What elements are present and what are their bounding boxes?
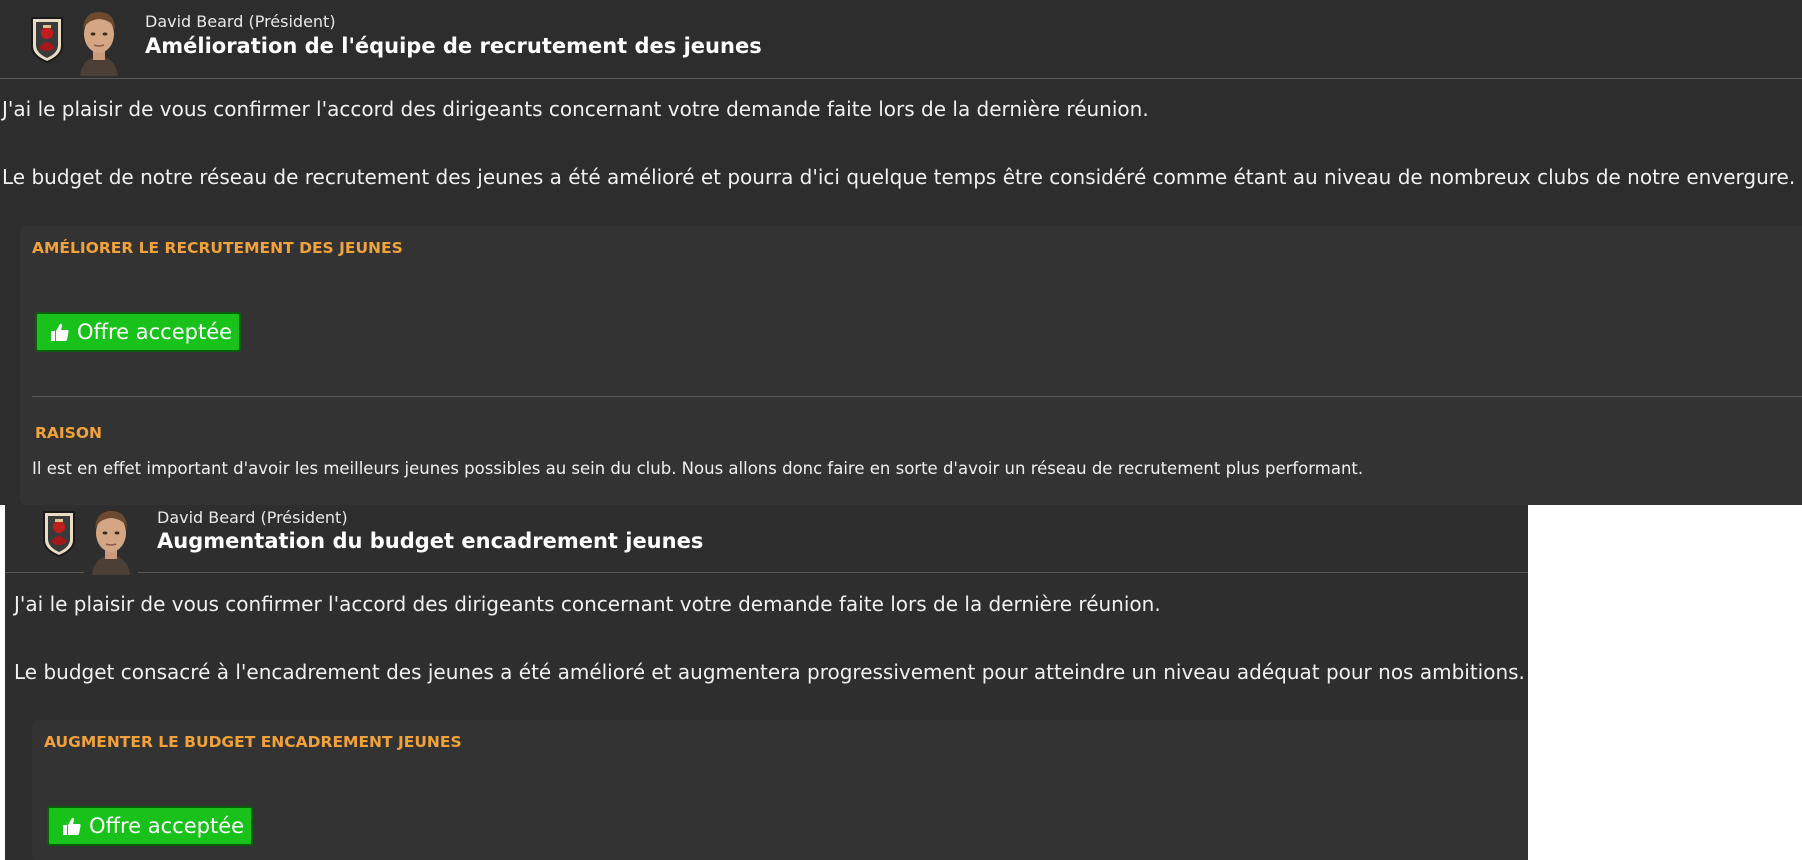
offer-accepted-button[interactable]: Offre acceptée [35,312,241,352]
reason-heading: RAISON [35,424,103,442]
thumbs-up-icon [51,323,69,341]
message-header: David Beard (Président) Amélioration de … [0,0,1802,79]
sender-role: (Président) [248,12,336,31]
club-crest-icon [43,511,75,558]
button-label: Offre acceptée [89,814,245,838]
message-paragraph: J'ai le plaisir de vous confirmer l'acco… [14,592,1161,616]
reason-text: Il est en effet important d'avoir les me… [32,459,1364,478]
button-label: Offre acceptée [77,320,233,344]
president-avatar [84,505,138,575]
message-title: Amélioration de l'équipe de recrutement … [145,34,762,58]
president-avatar [72,6,126,76]
sender-line: David Beard (Président) [145,12,336,31]
message-panel: David Beard (Président) Augmentation du … [5,505,1528,860]
sender-role: (Président) [260,508,348,527]
message-panel: David Beard (Président) Amélioration de … [0,0,1802,505]
offer-accepted-button[interactable]: Offre acceptée [47,806,253,846]
message-paragraph: Le budget consacré à l'encadrement des j… [14,660,1525,684]
card-heading: AMÉLIORER LE RECRUTEMENT DES JEUNES [32,239,403,257]
thumbs-up-icon [63,817,81,835]
message-paragraph: Le budget de notre réseau de recrutement… [2,165,1796,189]
request-card: AUGMENTER LE BUDGET ENCADREMENT JEUNES O… [32,720,1528,860]
message-paragraph: J'ai le plaisir de vous confirmer l'acco… [2,97,1149,121]
message-title: Augmentation du budget encadrement jeune… [157,529,704,553]
request-card: AMÉLIORER LE RECRUTEMENT DES JEUNES Offr… [20,226,1802,505]
sender-name: David Beard [145,12,244,31]
sender-line: David Beard (Président) [157,508,348,527]
sender-name: David Beard [157,508,256,527]
card-heading: AUGMENTER LE BUDGET ENCADREMENT JEUNES [44,733,462,751]
card-divider [32,396,1802,397]
club-crest-icon [31,17,63,64]
message-header: David Beard (Président) Augmentation du … [5,505,1528,575]
